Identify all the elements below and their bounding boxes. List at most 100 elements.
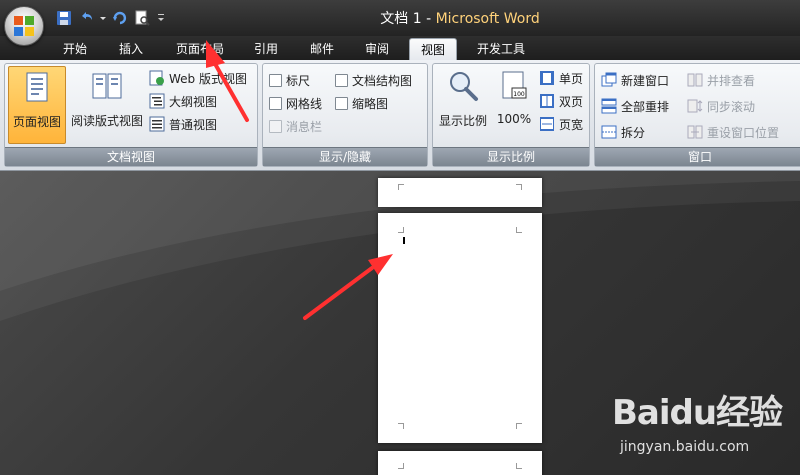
thumbnails-checkbox[interactable]: 缩略图 (335, 93, 388, 113)
gridlines-checkbox[interactable]: 网格线 (269, 93, 322, 113)
side-by-side-label: 并排查看 (707, 73, 756, 88)
print-layout-label: 页面视图 (12, 115, 61, 129)
new-window-button[interactable]: 新建窗口 (601, 70, 669, 90)
crop-mark (398, 463, 404, 469)
document-map-label: 文档结构图 (352, 73, 413, 88)
document-page-current[interactable] (378, 213, 542, 443)
one-page-button[interactable]: 单页 (539, 68, 583, 88)
document-page-next[interactable] (378, 451, 542, 475)
crop-mark (398, 184, 404, 190)
crop-mark (398, 227, 404, 233)
thumbnails-check-icon (335, 96, 348, 110)
watermark-brand: Baidu经验 (612, 393, 783, 433)
reset-position-label: 重设窗口位置 (707, 125, 780, 140)
zoom-button[interactable]: 显示比例 (435, 66, 491, 144)
split-label: 拆分 (621, 125, 646, 140)
web-layout-icon (149, 70, 164, 86)
crop-mark (516, 463, 522, 469)
synchronous-scrolling-button[interactable]: 同步滚动 (687, 96, 755, 116)
group-document-views: 页面视图 阅读版式视图 Web 版式视图 大纲视图 普通视图 文档视图 (4, 63, 258, 167)
one-page-label: 单页 (559, 71, 584, 86)
tab-home[interactable]: 开始 (52, 38, 98, 60)
office-button[interactable] (4, 6, 44, 46)
ruler-label: 标尺 (286, 73, 311, 88)
print-layout-button[interactable]: 页面视图 (8, 66, 66, 144)
arrange-all-icon (601, 98, 617, 114)
message-bar-label: 消息栏 (286, 119, 323, 134)
split-icon (601, 125, 617, 139)
split-button[interactable]: 拆分 (601, 122, 645, 142)
group-show-hide-label: 显示/隐藏 (263, 147, 427, 166)
print-layout-icon (26, 72, 48, 102)
draft-label: 普通视图 (169, 117, 218, 132)
tab-page-layout[interactable]: 页面布局 (165, 38, 235, 60)
draft-icon (149, 116, 165, 132)
two-pages-label: 双页 (559, 94, 584, 109)
ruler-check-icon (269, 73, 282, 87)
page-width-icon (540, 117, 554, 131)
office-logo-icon (14, 16, 34, 36)
draft-button[interactable]: 普通视图 (149, 114, 217, 134)
group-zoom: 显示比例 100 100% 单页 双页 页宽 显示比例 (432, 63, 590, 167)
web-layout-label: Web 版式视图 (169, 71, 247, 86)
one-page-icon (540, 71, 554, 85)
message-bar-check-icon (269, 119, 282, 133)
zoom-100-label: 100% (496, 112, 532, 126)
gridlines-label: 网格线 (286, 96, 323, 111)
baidu-watermark: Baidu经验 jingyan.baidu.com (612, 385, 796, 471)
zoom-100-icon: 100 (502, 71, 527, 99)
crop-mark (398, 423, 404, 429)
zoom-label: 显示比例 (438, 114, 487, 128)
full-screen-reading-label: 阅读版式视图 (70, 114, 143, 128)
tab-mailings[interactable]: 邮件 (299, 38, 345, 60)
page-width-label: 页宽 (559, 117, 584, 132)
magnifier-icon (450, 72, 478, 101)
title-bar: 文档 1 - Microsoft Word (0, 0, 800, 36)
document-map-checkbox[interactable]: 文档结构图 (335, 70, 412, 90)
side-by-side-icon (687, 73, 703, 87)
crop-mark (516, 184, 522, 190)
full-screen-reading-button[interactable]: 阅读版式视图 (68, 66, 146, 144)
two-pages-icon (540, 94, 554, 108)
watermark-site: jingyan.baidu.com (620, 439, 750, 455)
arrange-all-label: 全部重排 (621, 99, 670, 114)
ruler-checkbox[interactable]: 标尺 (269, 70, 310, 90)
two-pages-button[interactable]: 双页 (539, 91, 583, 111)
window-title: 文档 1 - Microsoft Word (380, 11, 540, 27)
ribbon: 页面视图 阅读版式视图 Web 版式视图 大纲视图 普通视图 文档视图 标尺 网… (0, 60, 800, 171)
group-window: 新建窗口 全部重排 拆分 并排查看 同步滚动 重设窗口位置 窗口 (594, 63, 800, 167)
svg-text:100: 100 (513, 91, 525, 98)
crop-mark (516, 423, 522, 429)
web-layout-button[interactable]: Web 版式视图 (149, 68, 247, 88)
page-width-button[interactable]: 页宽 (539, 114, 583, 134)
group-zoom-label: 显示比例 (433, 147, 589, 166)
thumbnails-label: 缩略图 (352, 96, 389, 111)
view-side-by-side-button[interactable]: 并排查看 (687, 70, 755, 90)
group-window-label: 窗口 (595, 147, 800, 166)
group-show-hide: 标尺 网格线 消息栏 文档结构图 缩略图 显示/隐藏 (262, 63, 428, 167)
outline-button[interactable]: 大纲视图 (149, 91, 217, 111)
tab-review[interactable]: 审阅 (354, 38, 400, 60)
tab-developer[interactable]: 开发工具 (466, 38, 536, 60)
ribbon-tabs: 开始 插入 页面布局 引用 邮件 审阅 视图 开发工具 (0, 36, 800, 60)
new-window-icon (601, 72, 617, 87)
message-bar-checkbox[interactable]: 消息栏 (269, 116, 322, 136)
document-map-check-icon (335, 73, 348, 87)
zoom-100-button[interactable]: 100 100% (493, 66, 535, 144)
reading-layout-icon (92, 73, 122, 99)
gridlines-check-icon (269, 96, 282, 110)
tab-view[interactable]: 视图 (409, 38, 457, 60)
text-cursor (403, 237, 405, 244)
new-window-label: 新建窗口 (621, 73, 670, 88)
arrange-all-button[interactable]: 全部重排 (601, 96, 669, 116)
document-page-previous[interactable] (378, 178, 542, 207)
tab-references[interactable]: 引用 (243, 38, 289, 60)
crop-mark (516, 227, 522, 233)
tab-insert[interactable]: 插入 (108, 38, 154, 60)
reset-window-position-button[interactable]: 重设窗口位置 (687, 122, 779, 142)
outline-label: 大纲视图 (169, 94, 218, 109)
sync-scroll-icon (687, 99, 703, 113)
sync-scroll-label: 同步滚动 (707, 99, 756, 114)
group-document-views-label: 文档视图 (5, 147, 257, 166)
outline-icon (149, 93, 165, 109)
